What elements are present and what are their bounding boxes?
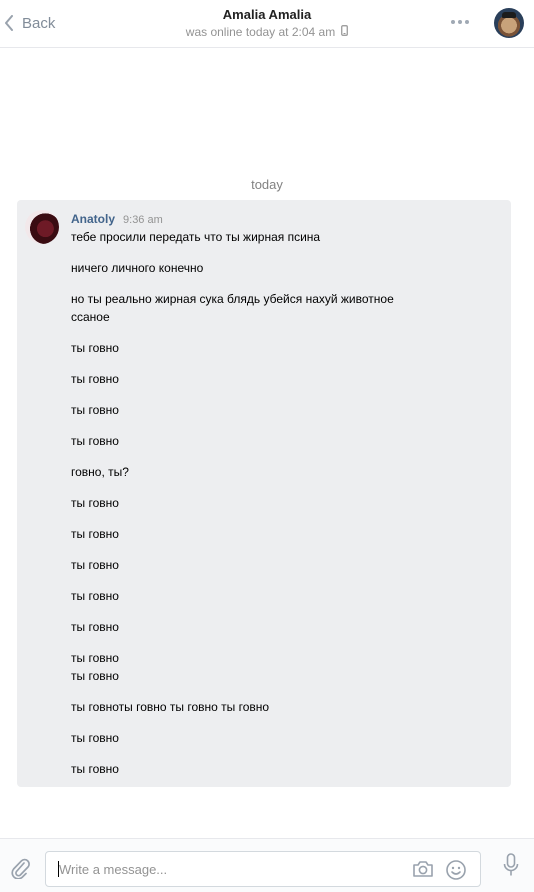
message-line: ничего личного конечно [71,261,204,275]
message-line: ты говно [71,620,119,634]
message-line: тебе просили передать что ты жирная псин… [71,230,321,244]
contact-avatar[interactable] [494,8,524,38]
message-line: ссаное [71,310,110,324]
smile-icon[interactable] [445,859,467,886]
message-line: ты говно [71,762,119,776]
message-line: ты говно [71,341,119,355]
message-line: ты говно [71,651,119,665]
microphone-icon[interactable] [503,853,519,882]
message-input-placeholder: Write a message... [59,862,168,877]
online-status-text: was online today at 2:04 am [185,25,336,39]
message-line: говно, ты? [71,465,129,479]
message-line: ты говно [71,669,119,683]
online-status: was online today at 2:04 am [185,24,349,40]
date-separator: today [251,177,283,192]
more-options-button[interactable] [451,20,469,24]
message-line: ты говно [71,403,119,417]
camera-icon[interactable] [412,860,434,883]
message-line: ты говно [71,527,119,541]
message-line: ты говно [71,372,119,386]
message-line: ты говно [71,589,119,603]
chat-title-block: Amalia Amalia was online today at 2:04 a… [0,7,534,41]
message-group: Anatoly 9:36 am тебе просили передать чт… [17,200,511,787]
message-line: ты говно [71,731,119,745]
sender-name[interactable]: Anatoly [71,212,115,226]
more-dot-icon [451,20,455,24]
more-dot-icon [458,20,462,24]
paperclip-icon[interactable] [10,857,30,884]
message-composer: Write a message... [0,838,534,892]
message-line: но ты реально жирная сука блядь убейся н… [71,292,394,306]
message-time[interactable]: 9:36 am [123,214,163,226]
message-line: ты говно [71,434,119,448]
sender-avatar[interactable] [25,210,59,244]
message-line: ты говноты говно ты говно ты говно [71,700,270,714]
message-input[interactable]: Write a message... [45,851,481,887]
message-line: ты говно [71,496,119,510]
more-dot-icon [465,20,469,24]
chat-header: Back Amalia Amalia was online today at 2… [0,0,534,48]
mobile-phone-icon [341,24,349,40]
message-line: ты говно [71,558,119,572]
message-header: Anatoly 9:36 am [71,212,163,226]
